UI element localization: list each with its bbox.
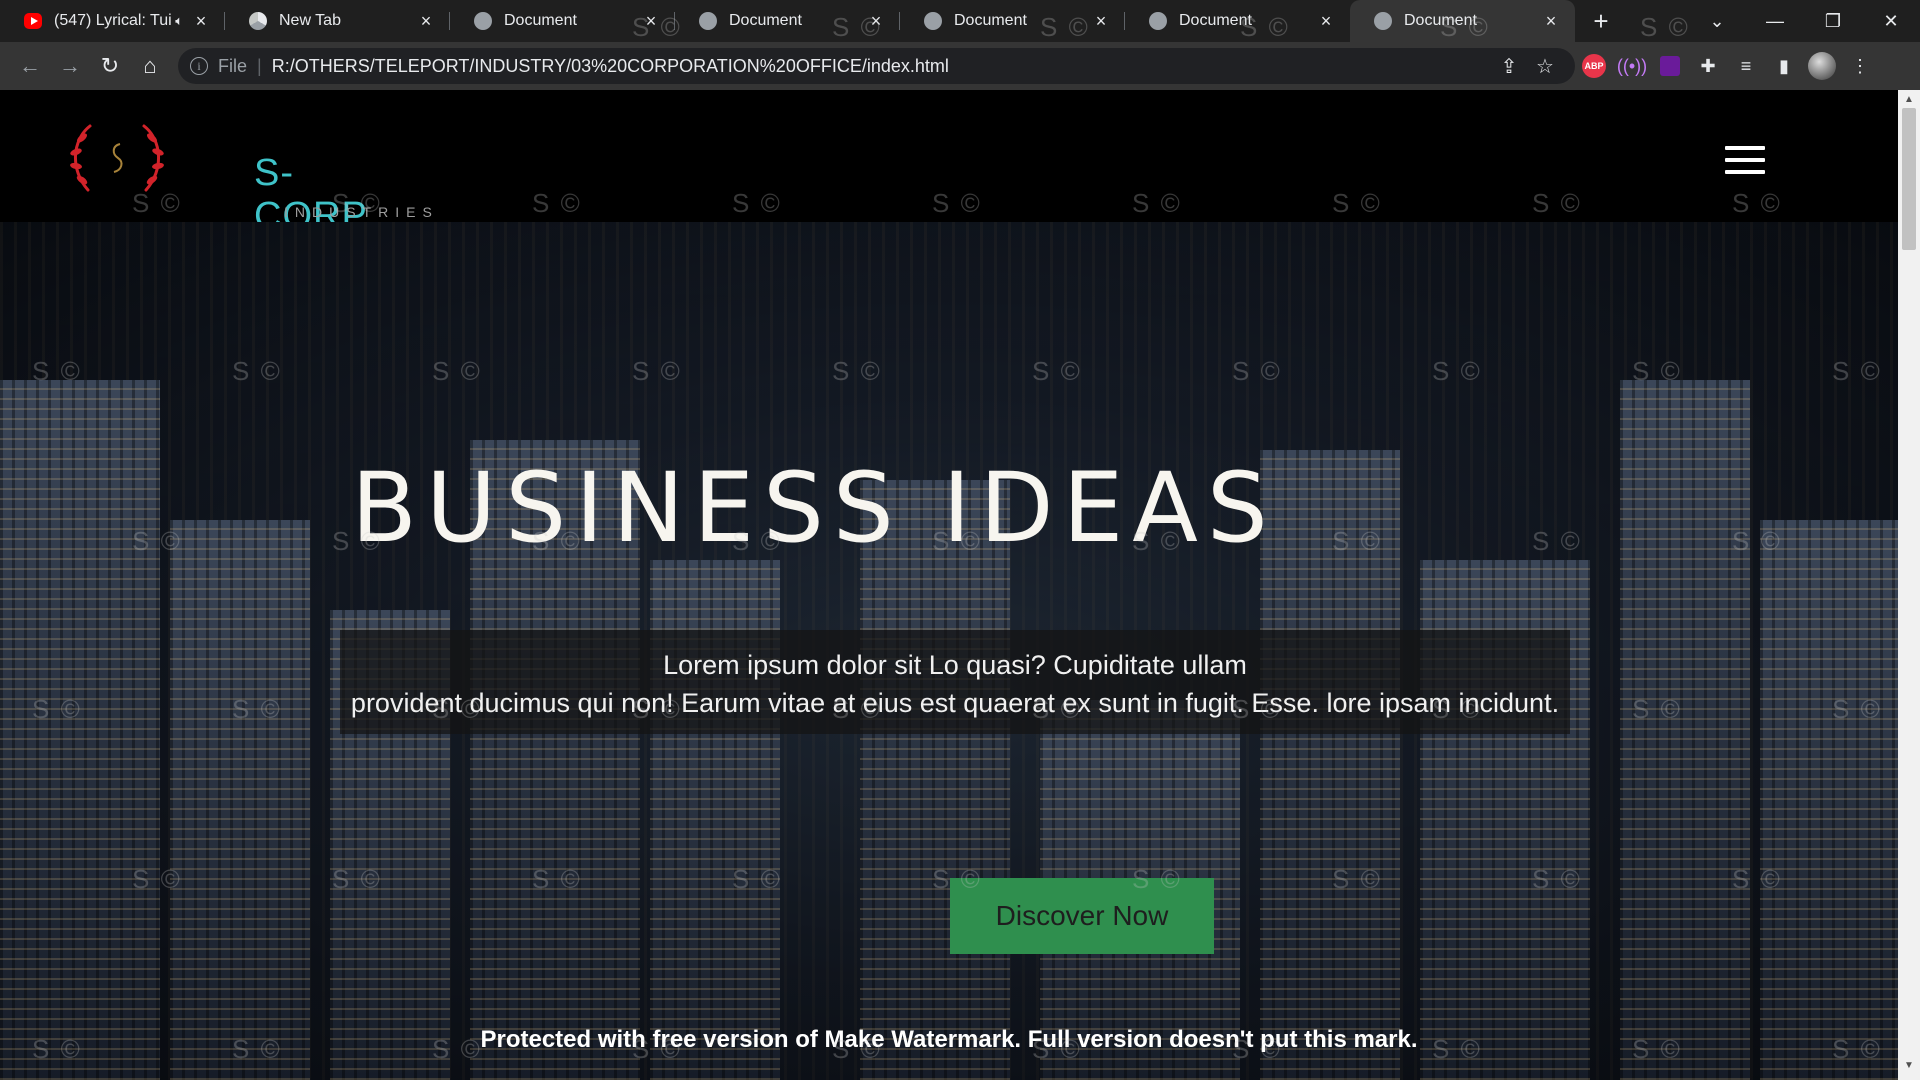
minimize-icon[interactable]: — (1746, 0, 1804, 42)
avatar (1808, 52, 1836, 80)
page-viewport: S-CORP INDUSTRIES BUSINESS IDEAS Lorem i… (0, 90, 1920, 1080)
purple-extension[interactable] (1651, 46, 1689, 86)
tab-close-icon[interactable]: × (1541, 11, 1561, 32)
profile-avatar[interactable] (1803, 46, 1841, 86)
globe-icon (699, 12, 717, 30)
tab-strip: (547) Lyrical: Tui E 🔈︎ × New Tab × Docu… (0, 0, 1920, 42)
url-divider: | (257, 55, 262, 76)
side-panel-icon[interactable]: ▮ (1765, 46, 1803, 86)
tab-title: Document (504, 12, 577, 29)
laurel-wreath-icon (70, 124, 164, 192)
tab-close-icon[interactable]: × (866, 11, 886, 32)
tab-title: (547) Lyrical: Tui E (54, 12, 176, 29)
brand-logo[interactable]: S-CORP INDUSTRIES (62, 118, 432, 237)
adblock-extension[interactable]: ABP (1575, 46, 1613, 86)
new-tab-button[interactable]: + (1581, 0, 1621, 42)
tab-document-4[interactable]: Document × (1125, 0, 1350, 42)
scroll-thumb[interactable] (1902, 108, 1916, 250)
skyline-building (1760, 520, 1898, 1080)
reading-list-icon[interactable]: ≡ (1727, 46, 1765, 86)
tab-new-tab[interactable]: New Tab × (225, 0, 450, 42)
scroll-down-arrow-icon[interactable]: ▼ (1898, 1060, 1920, 1076)
close-window-icon[interactable]: ✕ (1862, 0, 1920, 42)
skyline-building (170, 520, 310, 1080)
tab-title: Document (954, 12, 1027, 29)
tab-youtube[interactable]: (547) Lyrical: Tui E 🔈︎ × (0, 0, 225, 42)
site-header: S-CORP INDUSTRIES (0, 90, 1898, 237)
reload-icon[interactable]: ↻ (90, 46, 130, 86)
tab-title: New Tab (279, 12, 341, 29)
hero-title: BUSINESS IDEAS (351, 452, 1277, 564)
share-icon[interactable]: ⇪ (1491, 54, 1527, 79)
url-scheme: File (218, 55, 248, 76)
hamburger-menu-icon[interactable] (1725, 146, 1765, 174)
purple-extension-icon (1660, 56, 1680, 76)
info-icon[interactable]: i (190, 57, 208, 75)
tab-close-icon[interactable]: × (1091, 11, 1111, 32)
forward-arrow-icon[interactable]: → (50, 46, 90, 86)
tab-document-2[interactable]: Document × (675, 0, 900, 42)
globe-icon (924, 12, 942, 30)
brand-subtitle: INDUSTRIES (284, 204, 439, 220)
watermark-notice: Protected with free version of Make Wate… (480, 1026, 1418, 1053)
discover-now-button[interactable]: Discover Now (950, 878, 1214, 954)
tab-search-icon[interactable]: ⌄ (1688, 0, 1746, 42)
globe-icon (474, 12, 492, 30)
back-arrow-icon[interactable]: ← (10, 46, 50, 86)
globe-icon (1149, 12, 1167, 30)
kebab-menu-icon[interactable]: ⋮ (1841, 46, 1879, 86)
tab-close-icon[interactable]: × (191, 11, 211, 32)
youtube-icon (24, 13, 42, 29)
hero-description-line-2: provident ducimus qui non! Earum vitae a… (350, 688, 1560, 718)
address-bar[interactable]: i File | R:/OTHERS/TELEPORT/INDUSTRY/03%… (178, 48, 1575, 84)
tab-title: Document (1404, 12, 1477, 29)
tab-title: Document (729, 12, 802, 29)
tab-document-3[interactable]: Document × (900, 0, 1125, 42)
chrome-icon (249, 12, 267, 30)
speaker-muted-icon[interactable]: 🔈︎ (175, 13, 183, 29)
skyline-building (860, 480, 1010, 1080)
globe-icon (1374, 12, 1392, 30)
adblock-icon: ABP (1582, 54, 1606, 78)
home-icon[interactable]: ⌂ (130, 46, 170, 86)
browser-toolbar: ← → ↻ ⌂ i File | R:/OTHERS/TELEPORT/INDU… (0, 42, 1920, 90)
tab-title: Document (1179, 12, 1252, 29)
url-text[interactable]: R:/OTHERS/TELEPORT/INDUSTRY/03%20CORPORA… (272, 56, 1491, 77)
tab-document-1[interactable]: Document × (450, 0, 675, 42)
tab-document-active[interactable]: Document × (1350, 0, 1575, 42)
extensions-puzzle-icon[interactable]: ✚ (1689, 46, 1727, 86)
tab-close-icon[interactable]: × (416, 11, 436, 32)
hero-description-line-1: Lorem ipsum dolor sit Lo quasi? Cupidita… (663, 650, 1247, 680)
page-scrollbar[interactable]: ▲ ▼ (1898, 90, 1920, 1080)
tab-close-icon[interactable]: × (1316, 11, 1336, 32)
hero-description: Lorem ipsum dolor sit Lo quasi? Cupidita… (340, 630, 1570, 734)
radio-extension-icon[interactable]: ((•)) (1613, 46, 1651, 86)
tab-close-icon[interactable]: × (641, 11, 661, 32)
window-controls: ⌄ — ❐ ✕ (1688, 0, 1920, 42)
restore-icon[interactable]: ❐ (1804, 0, 1862, 42)
bookmark-star-icon[interactable]: ☆ (1527, 54, 1563, 79)
